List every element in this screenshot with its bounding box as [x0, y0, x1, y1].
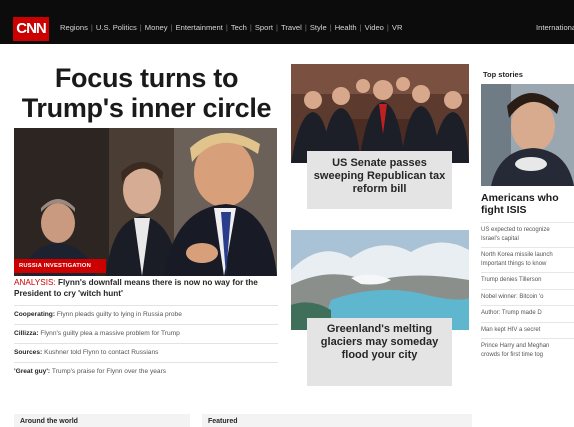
top-story-headline-line2[interactable]: fight ISIS	[481, 204, 574, 216]
related-stories: Cooperating: Flynn pleads guilty to lyin…	[14, 305, 278, 381]
nav-link-health[interactable]: Health	[333, 23, 359, 32]
nav-link-regions[interactable]: Regions	[58, 23, 90, 32]
hero-headline-line2[interactable]: Trump's inner circle	[14, 93, 279, 123]
russia-investigation-badge[interactable]: RUSSIA INVESTIGATION	[14, 259, 106, 273]
top-stories-heading: Top stories	[483, 70, 523, 79]
top-story-item-text[interactable]: US expected to recognize	[481, 226, 574, 235]
nav-link-tech[interactable]: Tech	[229, 23, 249, 32]
top-story-item-text[interactable]: Israel's capital	[481, 235, 574, 244]
senate-caption[interactable]: US Senate passes sweeping Republican tax…	[307, 151, 452, 209]
hero-headline-line1[interactable]: Focus turns to	[14, 63, 279, 93]
story-link[interactable]: 'Great guy': Trump's praise for Flynn ov…	[14, 362, 278, 381]
nav-link-international[interactable]: International	[536, 23, 574, 32]
nav-link-vr[interactable]: VR	[390, 23, 405, 32]
analysis-tag: ANALYSIS:	[14, 278, 56, 287]
nav-link-us-politics[interactable]: U.S. Politics	[94, 23, 139, 32]
top-story-headline-line1[interactable]: Americans who	[481, 192, 574, 204]
top-story-item-text[interactable]: North Korea missile launch	[481, 251, 574, 260]
greenland-caption[interactable]: Greenland's melting glaciers may someday…	[307, 318, 452, 386]
story-link[interactable]: Cillizza: Flynn's guilty plea a massive …	[14, 324, 278, 343]
featured-heading: Featured	[202, 414, 472, 427]
story-label: Cillizza:	[14, 330, 39, 337]
top-story-item-text[interactable]: Man kept HIV a secret	[481, 326, 574, 335]
nav-link-style[interactable]: Style	[308, 23, 329, 32]
nav-link-travel[interactable]: Travel	[279, 23, 304, 32]
story-text[interactable]: Kushner told Flynn to contact Russians	[44, 349, 158, 356]
top-story-item-text[interactable]: crowds for first time tog	[481, 351, 574, 360]
story-link[interactable]: Sources: Kushner told Flynn to contact R…	[14, 343, 278, 362]
top-story-photo[interactable]	[481, 84, 574, 186]
story-label: Cooperating:	[14, 311, 56, 318]
greenland-photo[interactable]	[291, 230, 469, 330]
top-nav: CNN Regions | U.S. Politics | Money | Enter…	[0, 0, 574, 44]
top-story-item-text[interactable]: Author: Trump made D	[481, 309, 574, 318]
nav-links: Regions | U.S. Politics | Money | Entertain…	[58, 23, 405, 32]
story-label: 'Great guy':	[14, 368, 51, 375]
story-text[interactable]: Flynn's guilty plea a massive problem fo…	[40, 330, 179, 337]
story-label: Sources:	[14, 349, 43, 356]
top-story-headline[interactable]: Americans who fight ISIS	[481, 192, 574, 216]
nav-link-entertainment[interactable]: Entertainment	[174, 23, 225, 32]
top-story-item-text[interactable]: Prince Harry and Meghan	[481, 342, 574, 351]
top-story-item-text[interactable]: Nobel winner: Bitcoin 'o	[481, 293, 574, 302]
top-story-item-text[interactable]: Important things to know	[481, 260, 574, 269]
around-the-world-heading: Around the world	[14, 414, 190, 427]
cnn-logo[interactable]: CNN	[13, 17, 49, 41]
top-story-item-text[interactable]: Trump denies Tillerson	[481, 276, 574, 285]
nav-link-sport[interactable]: Sport	[253, 23, 275, 32]
top-story-item[interactable]: Author: Trump made D	[481, 305, 574, 322]
hero-photo[interactable]	[14, 128, 277, 276]
top-stories-list: US expected to recognize Israel's capita…	[481, 222, 574, 363]
nav-link-video[interactable]: Video	[363, 23, 386, 32]
story-text[interactable]: Trump's praise for Flynn over the years	[52, 368, 166, 375]
senate-photo[interactable]	[291, 64, 469, 163]
top-story-item[interactable]: Man kept HIV a secret	[481, 321, 574, 339]
story-link[interactable]: Cooperating: Flynn pleads guilty to lyin…	[14, 305, 278, 324]
hero-headline[interactable]: Focus turns to Trump's inner circle	[14, 63, 279, 123]
top-story-item[interactable]: Nobel winner: Bitcoin 'o	[481, 288, 574, 306]
top-story-item[interactable]: North Korea missile launch Important thi…	[481, 247, 574, 272]
nav-link-money[interactable]: Money	[143, 23, 170, 32]
top-story-item[interactable]: Prince Harry and Meghan crowds for first…	[481, 338, 574, 363]
analysis-headline[interactable]: ANALYSIS: Flynn's downfall means there i…	[14, 278, 278, 299]
top-story-item[interactable]: US expected to recognize Israel's capita…	[481, 222, 574, 247]
story-text[interactable]: Flynn pleads guilty to lying in Russia p…	[57, 311, 182, 318]
top-story-item[interactable]: Trump denies Tillerson	[481, 272, 574, 289]
